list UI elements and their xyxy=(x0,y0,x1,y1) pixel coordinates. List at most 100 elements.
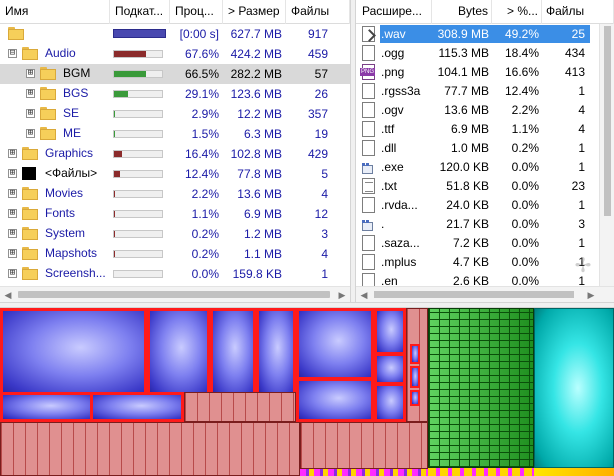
treemap-cell-wav[interactable] xyxy=(147,308,210,395)
expand-icon[interactable]: ⊞ xyxy=(26,89,35,98)
tree-row[interactable]: ⊞ BGS 29.1% 123.6 MB 26 xyxy=(0,84,350,104)
tree-item-files: 4 xyxy=(321,247,328,261)
expand-icon[interactable]: ⊞ xyxy=(8,169,17,178)
treemap-cell-wav[interactable] xyxy=(0,308,147,395)
extension-row[interactable]: .txt 51.8 KB 0.0% 23 xyxy=(356,176,614,196)
scroll-left-arrow-icon[interactable]: ◀ xyxy=(357,288,371,302)
column-percent-header[interactable]: Проц... xyxy=(170,0,223,24)
extension-row[interactable]: .saza... 7.2 KB 0.0% 1 xyxy=(356,233,614,253)
treemap-view[interactable] xyxy=(0,308,614,476)
extension-name: .dll xyxy=(381,141,397,155)
scrollbar-thumb[interactable] xyxy=(374,291,574,298)
extension-row[interactable]: .rvda... 24.0 KB 0.0% 1 xyxy=(356,195,614,215)
extension-bytes: 7.2 KB xyxy=(452,236,489,250)
right-vertical-scrollbar[interactable] xyxy=(599,24,614,286)
tree-row[interactable]: ⊞ Screensh... 0.0% 159.8 KB 1 xyxy=(0,264,350,284)
scrollbar-thumb[interactable] xyxy=(18,291,330,298)
expand-icon[interactable]: ⊞ xyxy=(8,189,17,198)
expand-icon[interactable]: ⊞ xyxy=(8,269,17,278)
treemap-cell-wav[interactable] xyxy=(374,383,406,422)
generic-file-icon xyxy=(362,235,375,251)
extension-row[interactable]: . 21.7 KB 0.0% 3 xyxy=(356,214,614,234)
expand-icon[interactable]: ⊞ xyxy=(8,209,17,218)
collapse-icon[interactable]: ⊟ xyxy=(8,49,17,58)
tree-item-files: 12 xyxy=(314,207,328,221)
column-name-header[interactable]: Имя xyxy=(0,0,110,24)
subtree-bar xyxy=(113,70,163,78)
column-bytes-header[interactable]: Bytes xyxy=(432,0,492,24)
root-summary-row[interactable]: [0:00 s] 627.7 MB 917 xyxy=(0,24,350,44)
treemap-cell-wav[interactable] xyxy=(296,378,374,422)
treemap-cell-wav[interactable] xyxy=(296,308,374,380)
folder-icon xyxy=(22,207,38,220)
column-subtree-header[interactable]: Подкат... xyxy=(110,0,170,24)
root-files: 917 xyxy=(307,27,328,41)
right-horizontal-scrollbar[interactable]: ◀ ▶ xyxy=(356,286,614,302)
column-size-header[interactable]: > Размер xyxy=(223,0,286,24)
treemap-cell-ogg[interactable] xyxy=(184,392,296,422)
tree-item-size: 6.3 MB xyxy=(243,127,282,141)
scroll-right-arrow-icon[interactable]: ▶ xyxy=(335,288,349,302)
extension-row[interactable]: .wav 308.9 MB 49.2% 25 xyxy=(356,24,614,44)
treemap-cell-ogg[interactable] xyxy=(300,422,428,469)
treemap-cell-wav[interactable] xyxy=(256,308,296,395)
column-percent-header[interactable]: > %... xyxy=(492,0,542,24)
treemap-cell-wav[interactable] xyxy=(410,390,420,406)
tree-row[interactable]: ⊞ SE 2.9% 12.2 MB 357 xyxy=(0,104,350,124)
scrollbar-thumb[interactable] xyxy=(604,26,611,216)
treemap-cell-wav[interactable] xyxy=(374,308,406,355)
extension-row[interactable]: .ttf 6.9 MB 1.1% 4 xyxy=(356,119,614,139)
treemap-cell-misc[interactable] xyxy=(428,468,534,476)
expand-icon[interactable]: ⊞ xyxy=(8,249,17,258)
treemap-cell-wav[interactable] xyxy=(374,353,406,385)
treemap-cell-misc[interactable] xyxy=(300,469,428,476)
left-horizontal-scrollbar[interactable]: ◀ ▶ xyxy=(0,286,350,302)
tree-row[interactable]: ⊞ Movies 2.2% 13.6 MB 4 xyxy=(0,184,350,204)
subtree-bar-fill xyxy=(114,171,120,177)
extension-row[interactable]: .rgss3a 77.7 MB 12.4% 1 xyxy=(356,81,614,101)
expand-icon[interactable]: ⊞ xyxy=(26,129,35,138)
expand-icon[interactable]: ⊞ xyxy=(8,149,17,158)
treemap-cell-png[interactable] xyxy=(428,308,534,468)
treemap-cell-rgss3a[interactable] xyxy=(534,308,614,468)
tree-row[interactable]: ⊞ BGM 66.5% 282.2 MB 57 xyxy=(0,64,350,84)
extension-row[interactable]: .ogg 115.3 MB 18.4% 434 xyxy=(356,43,614,63)
tree-row[interactable]: ⊞ Mapshots 0.2% 1.1 MB 4 xyxy=(0,244,350,264)
treemap-cell-wav[interactable] xyxy=(210,308,256,395)
tree-row[interactable]: ⊞ System 0.2% 1.2 MB 3 xyxy=(0,224,350,244)
scroll-right-arrow-icon[interactable]: ▶ xyxy=(584,288,598,302)
subtree-bar xyxy=(113,190,163,198)
dll-file-icon xyxy=(362,140,375,156)
treemap-cell-ogg[interactable] xyxy=(0,422,300,476)
generic-file-icon xyxy=(362,83,375,99)
tree-item-files: 26 xyxy=(314,87,328,101)
expand-icon[interactable]: ⊞ xyxy=(8,229,17,238)
tree-row[interactable]: ⊟ Audio 67.6% 424.2 MB 459 xyxy=(0,44,350,64)
extension-row[interactable]: .dll 1.0 MB 0.2% 1 xyxy=(356,138,614,158)
tree-row[interactable]: ⊞ <Файлы> 12.4% 77.8 MB 5 xyxy=(0,164,350,184)
column-files-header[interactable]: Файлы xyxy=(286,0,350,24)
extension-row[interactable]: .png 104.1 MB 16.6% 413 xyxy=(356,62,614,82)
extension-row[interactable]: .exe 120.0 KB 0.0% 1 xyxy=(356,157,614,177)
tree-item-label: BGM xyxy=(63,66,91,80)
treemap-cell-misc[interactable] xyxy=(534,468,614,476)
tree-row[interactable]: ⊞ ME 1.5% 6.3 MB 19 xyxy=(0,124,350,144)
extension-files: 1 xyxy=(578,84,585,98)
treemap-cell-wav[interactable] xyxy=(0,392,93,422)
extension-name: .rgss3a xyxy=(381,84,421,98)
scroll-left-arrow-icon[interactable]: ◀ xyxy=(1,288,15,302)
treemap-cell-wav[interactable] xyxy=(90,392,184,422)
expand-icon[interactable]: ⊞ xyxy=(26,109,35,118)
tree-row[interactable]: ⊞ Fonts 1.1% 6.9 MB 12 xyxy=(0,204,350,224)
extension-bytes: 1.0 MB xyxy=(450,141,489,155)
expand-icon[interactable]: ⊞ xyxy=(26,69,35,78)
folder-icon xyxy=(22,187,38,200)
treemap-cell-wav[interactable] xyxy=(410,344,420,364)
txt-file-icon xyxy=(362,178,375,194)
extension-row[interactable]: .ogv 13.6 MB 2.2% 4 xyxy=(356,100,614,120)
tree-item-percent: 12.4% xyxy=(184,167,219,181)
column-extension-header[interactable]: Расшире... xyxy=(356,0,432,24)
column-files-header[interactable]: Файлы xyxy=(542,0,614,24)
treemap-cell-wav[interactable] xyxy=(410,366,420,388)
tree-row[interactable]: ⊞ Graphics 16.4% 102.8 MB 429 xyxy=(0,144,350,164)
